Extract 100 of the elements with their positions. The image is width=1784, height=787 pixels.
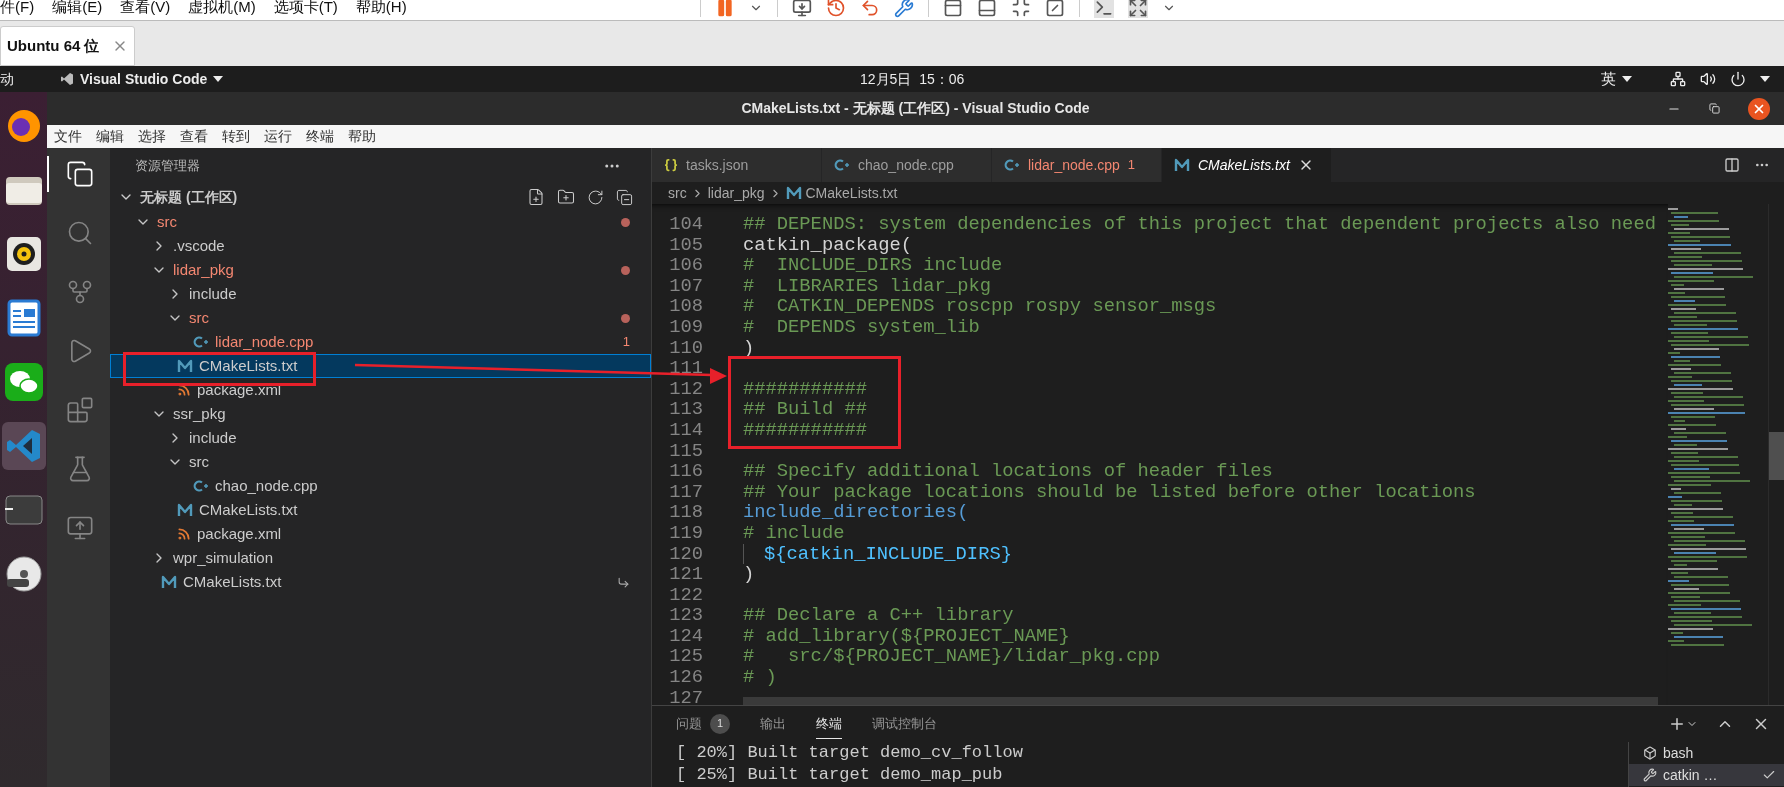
tree-item[interactable]: package.xml: [110, 378, 651, 402]
menu-item[interactable]: 件(F): [0, 0, 35, 19]
line-number: 105: [668, 234, 703, 256]
panel-tab[interactable]: 问题 1: [676, 709, 730, 739]
wrench-icon[interactable]: [894, 0, 914, 18]
line-number: 127: [668, 687, 703, 705]
menu-item[interactable]: 文件: [54, 126, 82, 147]
tree-item[interactable]: .vscode: [110, 234, 651, 258]
network-icon[interactable]: [1670, 71, 1686, 87]
code-line: # LIBRARIES lidar_pkg: [743, 275, 991, 297]
shrink-icon[interactable]: [1011, 0, 1031, 18]
refresh-icon[interactable]: [587, 188, 604, 206]
code-line: ${catkin_INCLUDE_DIRS}: [743, 543, 1012, 565]
cpp-file-icon: [193, 335, 209, 349]
input-method-menu[interactable]: 英: [1601, 67, 1632, 91]
caret-icon: [213, 76, 224, 82]
menu-item[interactable]: 虚拟机(M): [188, 0, 256, 19]
tree-item[interactable]: ssr_pkg: [110, 402, 651, 426]
tree-item[interactable]: lidar_pkg: [110, 258, 651, 282]
menu-item[interactable]: 选择: [138, 126, 166, 147]
extensions-icon[interactable]: [65, 396, 94, 424]
monitor-icon[interactable]: [792, 0, 812, 18]
tree-item[interactable]: lidar_node.cpp 1: [110, 330, 651, 354]
tree-item[interactable]: src: [110, 450, 651, 474]
new-file-icon[interactable]: [527, 188, 545, 206]
workspace-header[interactable]: 无标题 (工作区): [110, 184, 651, 210]
activities-label[interactable]: 动: [0, 68, 60, 90]
line-number: 109: [668, 316, 703, 338]
cube-icon: [1643, 746, 1657, 760]
restore-icon[interactable]: [1709, 103, 1720, 114]
line-number: 113: [668, 399, 703, 420]
vm-tab[interactable]: Ubuntu 64 位: [0, 26, 135, 66]
menu-item[interactable]: 帮助: [348, 126, 376, 147]
line-number: 126: [668, 667, 703, 688]
terminal-list-item[interactable]: catkin …: [1629, 764, 1784, 786]
fullscreen-icon[interactable]: [1128, 0, 1148, 18]
tree-item-label: lidar_pkg: [173, 259, 234, 280]
app-menu[interactable]: Visual Studio Code: [60, 68, 224, 90]
files-icon[interactable]: [65, 160, 94, 188]
code-line: ###########: [743, 419, 867, 441]
code-line: include_directories(: [743, 502, 969, 523]
volume-icon[interactable]: [1700, 71, 1716, 87]
menu-item[interactable]: 运行: [264, 126, 292, 147]
breadcrumb-item[interactable]: lidar_pkg: [707, 182, 765, 204]
menu-item[interactable]: 转到: [222, 126, 250, 147]
panel-icon[interactable]: [943, 0, 963, 18]
tree-item[interactable]: CMakeLists.txt: [110, 354, 651, 378]
menu-item[interactable]: 编辑(E): [52, 0, 103, 19]
new-folder-icon[interactable]: [557, 188, 575, 206]
menu-item[interactable]: 选项卡(T): [273, 0, 338, 19]
menu-item[interactable]: 查看(V): [120, 0, 171, 19]
tree-item[interactable]: src: [110, 306, 651, 330]
editor-tab[interactable]: tasks.json: [652, 148, 822, 182]
clock[interactable]: 12月5日 15：06: [860, 68, 965, 90]
tree-item[interactable]: wpr_simulation: [110, 546, 651, 570]
editor-tab[interactable]: chao_node.cpp: [822, 148, 992, 182]
code-line: ## Specify additional locations of header files: [743, 461, 1273, 482]
console-icon[interactable]: [1094, 0, 1114, 18]
terminal-icon: [4, 495, 43, 525]
monitor-icon[interactable]: [65, 514, 94, 542]
editor-tab[interactable]: CMakeLists.txt: [1162, 148, 1332, 182]
pause-icon[interactable]: [715, 0, 735, 18]
revert-icon[interactable]: [860, 0, 880, 18]
code-line: ## Build ##: [743, 399, 867, 420]
line-number: 117: [668, 481, 703, 503]
scrollbar-thumb[interactable]: [1769, 432, 1784, 480]
close-button[interactable]: [1748, 97, 1770, 120]
split-editor-icon[interactable]: [1724, 157, 1740, 173]
line-number: 121: [668, 564, 703, 585]
tree-item[interactable]: package.xml: [110, 522, 651, 546]
editor-tab[interactable]: lidar_node.cpp 1: [992, 148, 1162, 182]
tree-item-label: package.xml: [197, 523, 282, 544]
menu-item[interactable]: 查看: [180, 126, 208, 147]
breadcrumb-item[interactable]: CMakeLists.txt: [805, 182, 898, 204]
panel-icon[interactable]: [977, 0, 997, 18]
menu-item[interactable]: 终端: [306, 126, 334, 147]
code-line: ###########: [743, 378, 867, 400]
terminal-list-item[interactable]: bash: [1629, 742, 1784, 764]
tree-item[interactable]: include: [110, 426, 651, 450]
tree-item[interactable]: src: [110, 210, 651, 234]
menu-item[interactable]: 编辑: [96, 126, 124, 147]
power-icon[interactable]: [1730, 71, 1746, 87]
tree-item[interactable]: CMakeLists.txt: [110, 570, 651, 594]
speaker-icon: [5, 236, 42, 272]
breadcrumb-item[interactable]: src: [668, 182, 687, 204]
panel-tab[interactable]: 输出: [760, 709, 786, 739]
menu-item[interactable]: 帮助(H): [355, 0, 407, 19]
line-number: 104: [668, 214, 703, 235]
caret-icon[interactable]: [1760, 76, 1770, 82]
disc-icon: [4, 555, 43, 593]
panel-tab[interactable]: 终端: [816, 709, 842, 739]
code-line: ## Your package locations should be listed before other locations: [743, 481, 1476, 503]
new-terminal-icon[interactable]: [1668, 715, 1686, 733]
tree-item[interactable]: chao_node.cpp: [110, 474, 651, 498]
code-line: catkin_package(: [743, 234, 913, 256]
tree-item[interactable]: include: [110, 282, 651, 306]
collapse-icon[interactable]: [616, 188, 633, 206]
panel-tab[interactable]: 调试控制台: [872, 709, 937, 739]
history-icon[interactable]: [826, 0, 846, 18]
tree-item[interactable]: CMakeLists.txt: [110, 498, 651, 522]
